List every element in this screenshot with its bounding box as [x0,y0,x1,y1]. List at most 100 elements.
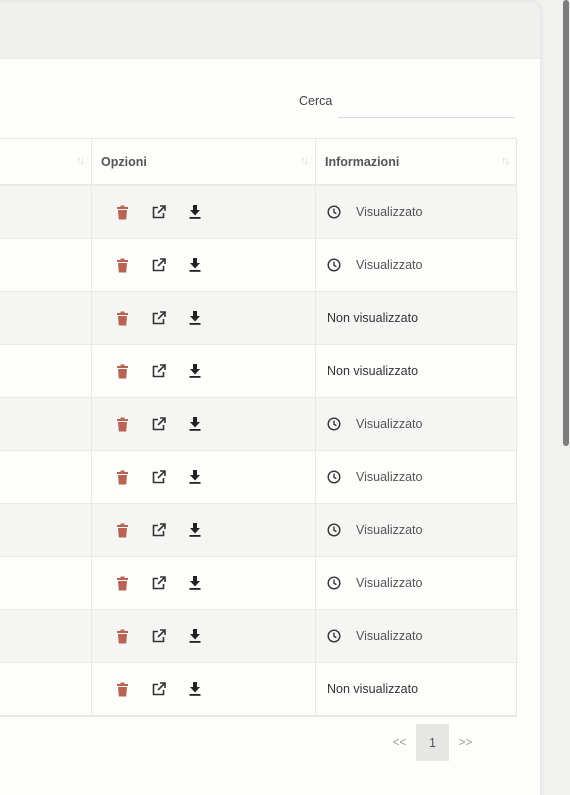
external-link-icon[interactable] [150,469,167,486]
options-cell [92,239,316,291]
column-header-hidden[interactable]: ↑↓ [0,139,92,184]
table-row: Visualizzato [0,398,516,451]
table-row: Visualizzato [0,239,516,292]
info-status-text: Non visualizzato [327,311,419,325]
pagination: << 1 >> [383,724,482,761]
options-cell [92,504,316,556]
download-icon[interactable] [186,204,203,221]
table-cell-hidden [0,557,92,609]
trash-icon[interactable] [114,575,131,592]
options-cell [92,610,316,662]
info-cell: Non visualizzato [316,345,516,397]
clock-icon [327,258,342,273]
search-input[interactable] [338,90,515,118]
trash-icon[interactable] [114,310,131,327]
trash-icon[interactable] [114,681,131,698]
table-header: ↑↓ Opzioni ↑↓ Informazioni ↑↓ [0,139,516,186]
table-row: Visualizzato [0,557,516,610]
table-card: Cerca ↑↓ Opzioni ↑↓ Informazioni ↑↓ Visu… [0,2,540,795]
external-link-icon[interactable] [150,363,167,380]
table-row: Non visualizzato [0,663,516,716]
download-icon[interactable] [186,416,203,433]
table-cell-hidden [0,345,92,397]
clock-icon [327,470,342,485]
external-link-icon[interactable] [150,204,167,221]
sort-icon: ↑↓ [300,155,309,167]
clock-icon [327,205,342,220]
table-row: Non visualizzato [0,345,516,398]
info-cell: Visualizzato [316,504,516,556]
info-cell: Visualizzato [316,610,516,662]
info-cell: Visualizzato [316,398,516,450]
info-cell: Visualizzato [316,557,516,609]
table-cell-hidden [0,504,92,556]
trash-icon[interactable] [114,257,131,274]
options-cell [92,451,316,503]
data-table: ↑↓ Opzioni ↑↓ Informazioni ↑↓ Visualizza… [0,138,517,717]
trash-icon[interactable] [114,469,131,486]
table-cell-hidden [0,610,92,662]
table-row: Visualizzato [0,186,516,239]
clock-icon [327,417,342,432]
options-cell [92,398,316,450]
trash-icon[interactable] [114,416,131,433]
download-icon[interactable] [186,310,203,327]
download-icon[interactable] [186,522,203,539]
sort-icon: ↑↓ [76,155,85,167]
download-icon[interactable] [186,363,203,380]
info-status-text: Visualizzato [356,205,423,219]
info-status-text: Non visualizzato [327,682,419,696]
external-link-icon[interactable] [150,681,167,698]
pagination-page-current[interactable]: 1 [416,724,449,761]
column-header-opzioni[interactable]: Opzioni ↑↓ [92,139,316,184]
download-icon[interactable] [186,469,203,486]
download-icon[interactable] [186,575,203,592]
pagination-prev[interactable]: << [383,724,416,761]
info-status-text: Visualizzato [356,470,423,484]
info-status-text: Visualizzato [356,258,423,272]
download-icon[interactable] [186,628,203,645]
external-link-icon[interactable] [150,416,167,433]
options-cell [92,292,316,344]
clock-icon [327,523,342,538]
table-cell-hidden [0,186,92,238]
trash-icon[interactable] [114,204,131,221]
download-icon[interactable] [186,681,203,698]
table-cell-hidden [0,398,92,450]
info-status-text: Visualizzato [356,576,423,590]
trash-icon[interactable] [114,628,131,645]
table-row: Visualizzato [0,610,516,663]
scrollbar-thumb[interactable] [563,0,569,446]
external-link-icon[interactable] [150,522,167,539]
table-row: Visualizzato [0,451,516,504]
info-cell: Visualizzato [316,451,516,503]
options-cell [92,345,316,397]
column-header-label: Informazioni [325,154,400,169]
table-cell-hidden [0,239,92,291]
pagination-next[interactable]: >> [449,724,482,761]
clock-icon [327,629,342,644]
scrollbar-track[interactable] [561,0,570,795]
external-link-icon[interactable] [150,257,167,274]
card-header [0,2,540,59]
table-body: Visualizzato Visualizzato Non visualizzato… [0,186,516,716]
sort-icon: ↑↓ [501,155,510,167]
options-cell [92,557,316,609]
download-icon[interactable] [186,257,203,274]
info-cell: Visualizzato [316,239,516,291]
info-status-text: Non visualizzato [327,364,419,378]
trash-icon[interactable] [114,522,131,539]
trash-icon[interactable] [114,363,131,380]
info-status-text: Visualizzato [356,523,423,537]
external-link-icon[interactable] [150,628,167,645]
table-cell-hidden [0,663,92,715]
info-cell: Visualizzato [316,186,516,238]
clock-icon [327,576,342,591]
column-header-informazioni[interactable]: Informazioni ↑↓ [316,139,516,184]
table-row: Non visualizzato [0,292,516,345]
table-row: Visualizzato [0,504,516,557]
info-cell: Non visualizzato [316,292,516,344]
info-cell: Non visualizzato [316,663,516,715]
external-link-icon[interactable] [150,575,167,592]
external-link-icon[interactable] [150,310,167,327]
